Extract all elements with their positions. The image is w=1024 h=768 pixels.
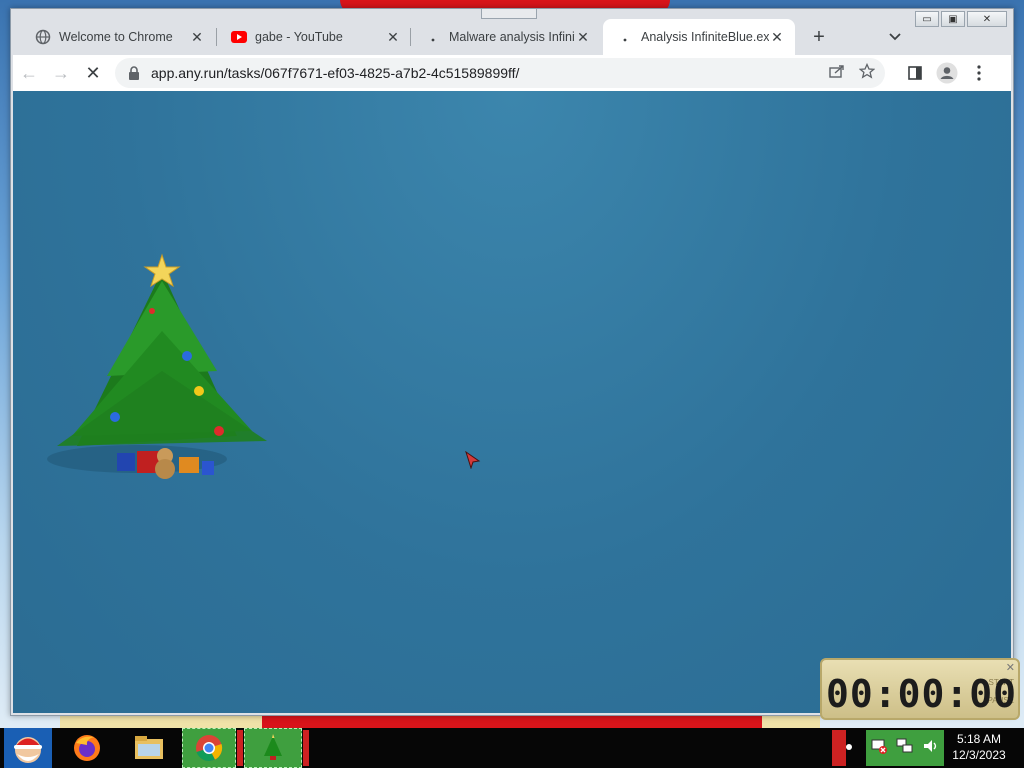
new-tab-button[interactable]: + (807, 25, 831, 49)
share-icon[interactable] (829, 64, 845, 83)
volume-icon[interactable] (922, 737, 940, 760)
window-top-handle[interactable] (481, 9, 537, 19)
christmas-tree-icon[interactable] (37, 251, 267, 496)
menu-icon[interactable] (963, 57, 995, 89)
tab-close-icon[interactable]: ✕ (189, 29, 205, 45)
tab-title: Analysis InfiniteBlue.exe (641, 30, 769, 44)
tab-title: gabe - YouTube (255, 30, 343, 44)
file-explorer-button[interactable] (126, 728, 172, 768)
tab-title: Welcome to Chrome (59, 30, 173, 44)
network-icon[interactable] (896, 737, 914, 760)
profile-icon[interactable] (931, 57, 963, 89)
countdown-time: 00:00:00 (826, 672, 1018, 716)
santa-start-icon (14, 737, 42, 763)
url-text[interactable]: app.any.run/tasks/067f7671-ef03-4825-a7b… (151, 65, 519, 81)
address-bar[interactable]: app.any.run/tasks/067f7671-ef03-4825-a7b… (115, 58, 885, 88)
taskbar-clock[interactable]: 5:18 AM 12/3/2023 (946, 731, 1012, 763)
system-tray (866, 730, 944, 766)
forward-button[interactable]: → (45, 57, 77, 89)
clock-date: 12/3/2023 (952, 748, 1006, 762)
loading-icon (425, 29, 441, 45)
mouse-cursor-icon (465, 451, 481, 469)
tab-search-button[interactable] (883, 25, 907, 49)
bookmark-star-icon[interactable] (858, 62, 876, 84)
xmas-app-taskbar-button[interactable] (244, 728, 302, 768)
stop-loading-button[interactable]: ✕ (77, 57, 109, 89)
side-panel-icon[interactable] (899, 57, 931, 89)
globe-icon (35, 29, 51, 45)
chrome-taskbar-button[interactable] (182, 728, 236, 768)
tab-close-icon[interactable]: ✕ (575, 29, 591, 45)
back-button[interactable]: ← (13, 57, 45, 89)
youtube-icon (231, 29, 247, 45)
chevron-down-icon (889, 33, 901, 41)
taskbar-red-divider (303, 730, 309, 766)
taskbar-red-divider (237, 730, 243, 766)
tray-dot-icon (846, 744, 852, 750)
loading-icon (617, 29, 633, 45)
browser-toolbar: ← → ✕ app.any.run/tasks/067f7671-ef03-48… (13, 55, 1011, 91)
taskbar: 5:18 AM 12/3/2023 (0, 728, 1024, 768)
clock-time: 5:18 AM (956, 732, 1002, 746)
tab-youtube[interactable]: gabe - YouTube ✕ (217, 19, 411, 55)
tab-analysis-infiniteblue[interactable]: Analysis InfiniteBlue.exe ✕ (603, 19, 795, 55)
tab-strip: Welcome to Chrome ✕ gabe - YouTube ✕ Mal… (11, 19, 1013, 55)
tray-red-block (832, 730, 846, 766)
tab-close-icon[interactable]: ✕ (385, 29, 401, 45)
tab-welcome[interactable]: Welcome to Chrome ✕ (21, 19, 215, 55)
page-viewport[interactable] (13, 91, 1011, 713)
lock-icon[interactable] (127, 66, 141, 80)
chrome-icon (196, 735, 223, 762)
start-button[interactable] (4, 728, 52, 768)
tab-title: Malware analysis Infinite (449, 30, 575, 44)
file-explorer-icon (135, 736, 163, 759)
network-error-icon[interactable] (870, 737, 888, 760)
firefox-icon (74, 735, 100, 761)
firefox-button[interactable] (64, 728, 110, 768)
tab-malware-analysis[interactable]: Malware analysis Infinite ✕ (411, 19, 601, 55)
chrome-window: ▭ ▣ ✕ Welcome to Chrome ✕ gabe - YouTube… (10, 8, 1014, 716)
tab-close-icon[interactable]: ✕ (769, 29, 785, 45)
countdown-widget[interactable]: ✕ START PAUSE 00:00:00 (820, 658, 1020, 720)
christmas-tree-icon (264, 734, 282, 760)
